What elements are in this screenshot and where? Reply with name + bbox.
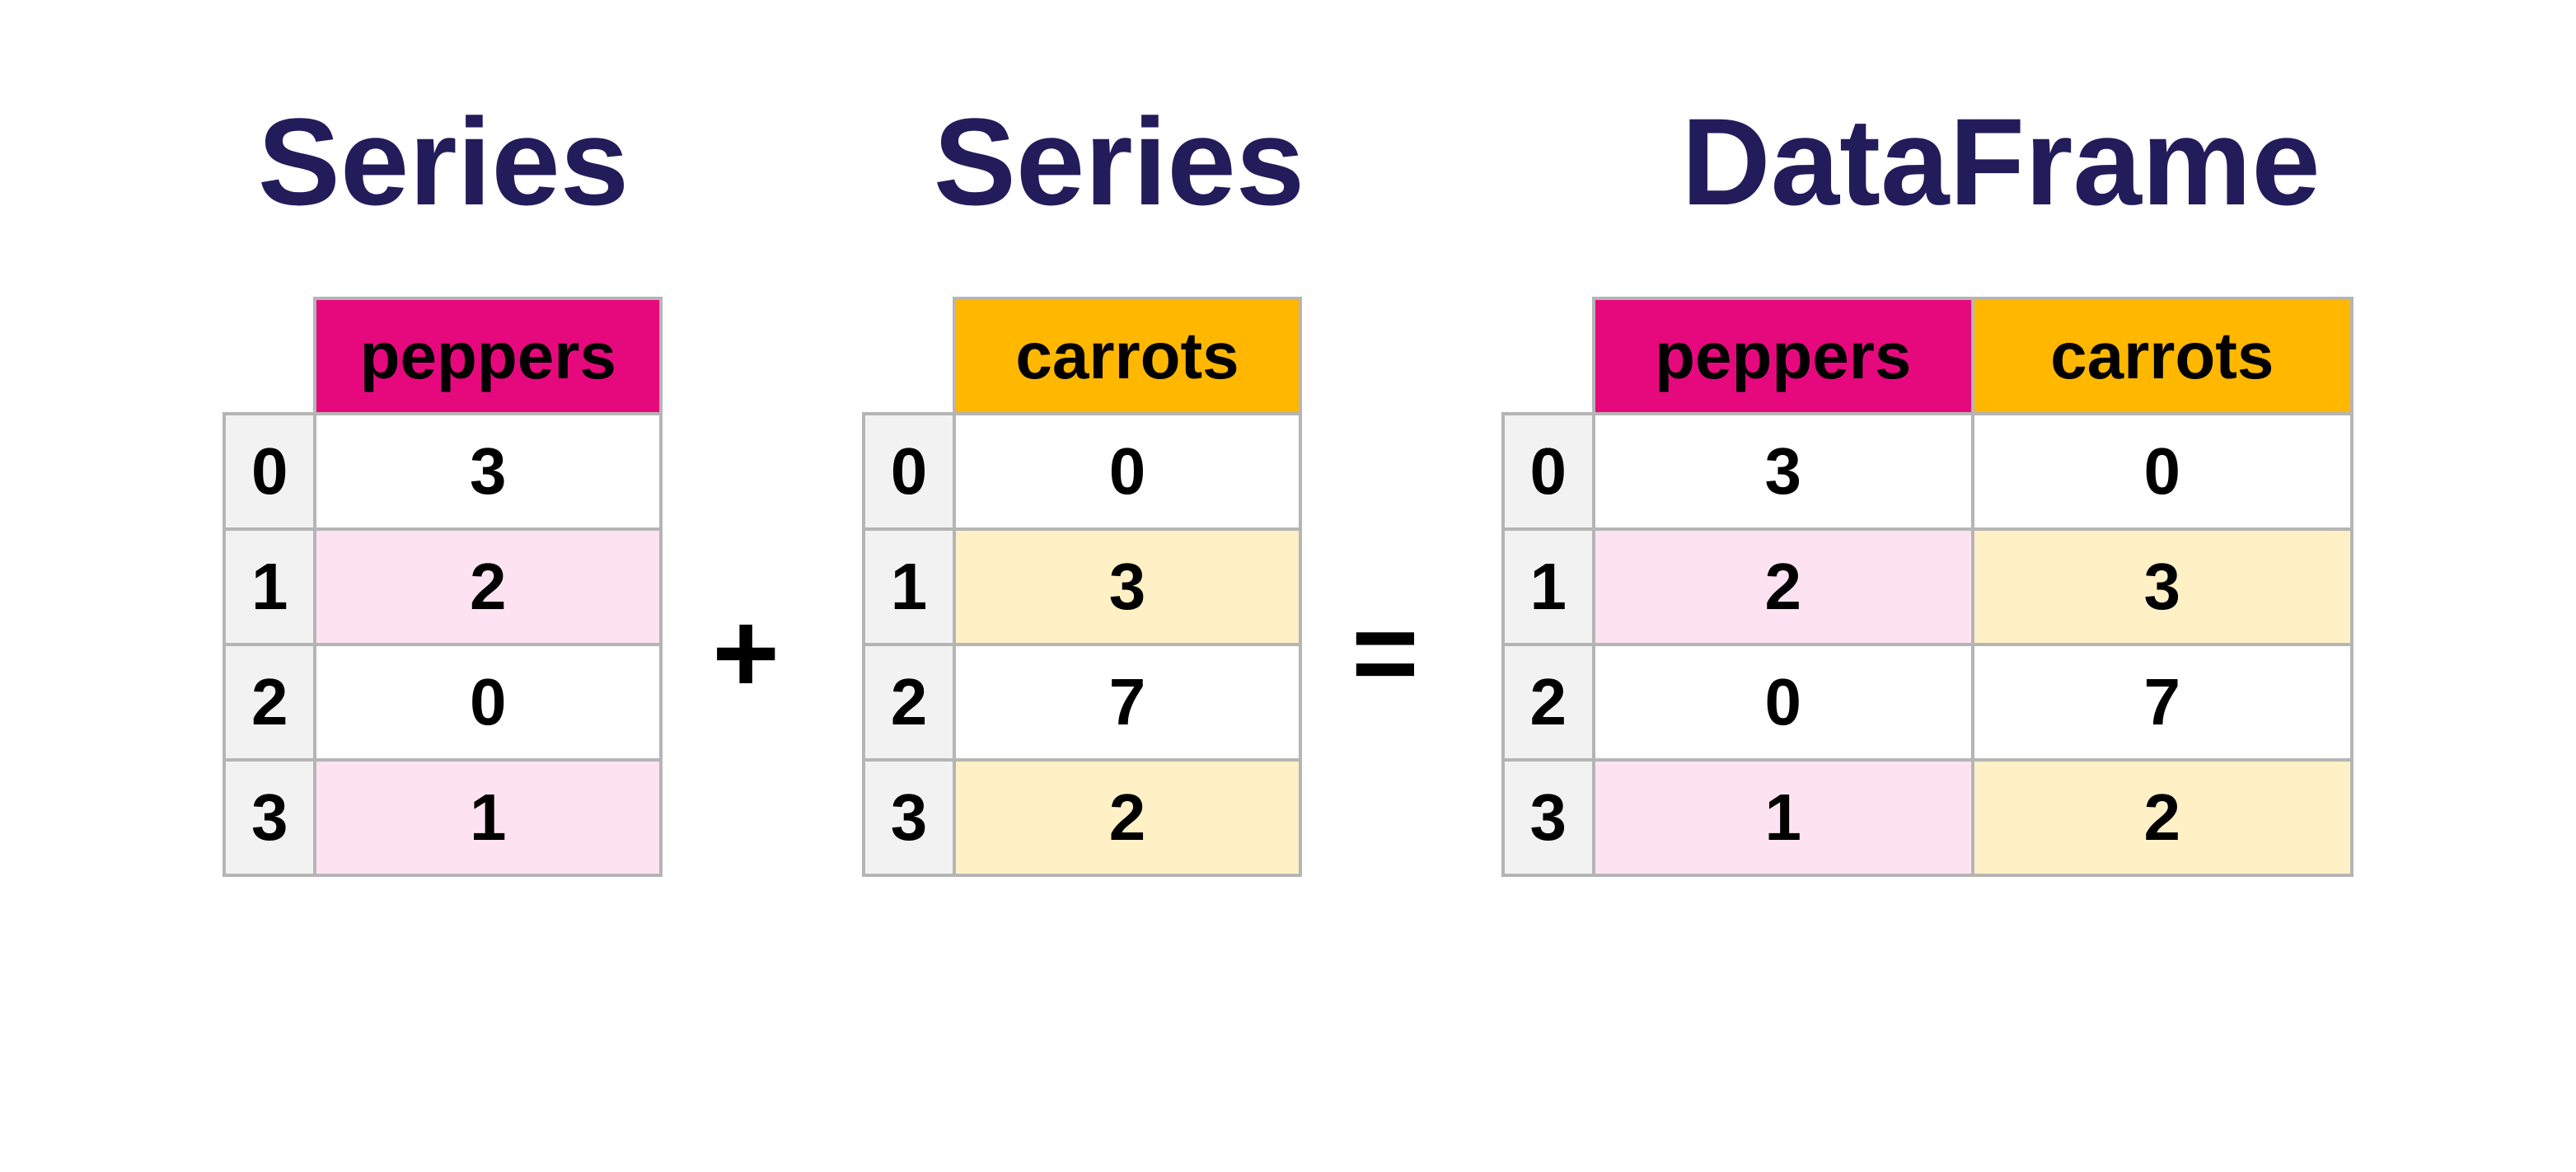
dataframe-block: peppers carrots 0 3 0 1 2 3 2 0 7 — [1501, 297, 2354, 877]
value-cell: 2 — [1973, 760, 2352, 875]
table-row: 0 0 — [864, 414, 1300, 529]
diagram-canvas: Series Series DataFrame peppers 0 3 1 2 — [0, 0, 2576, 1172]
table-row: 3 1 2 — [1503, 760, 2352, 875]
dataframe-col-carrots: carrots — [1973, 298, 2352, 414]
index-cell: 3 — [1503, 760, 1594, 875]
table-row: 1 2 — [224, 529, 661, 645]
value-cell: 0 — [954, 414, 1300, 529]
table-row: 3 1 — [224, 760, 661, 875]
index-cell: 0 — [1503, 414, 1594, 529]
table-row: 1 3 — [864, 529, 1300, 645]
value-cell: 3 — [1973, 529, 2352, 645]
index-cell: 1 — [224, 529, 315, 645]
table-row: 0 3 0 — [1503, 414, 2352, 529]
dataframe-table: peppers carrots 0 3 0 1 2 3 2 0 7 — [1501, 297, 2354, 877]
value-cell: 1 — [315, 760, 661, 875]
value-cell: 3 — [315, 414, 661, 529]
value-cell: 3 — [954, 529, 1300, 645]
table-row: 1 2 3 — [1503, 529, 2352, 645]
titles-row: Series Series DataFrame — [0, 91, 2576, 233]
dataframe-col-peppers: peppers — [1594, 298, 1973, 414]
series-2-header-row: carrots — [864, 298, 1300, 414]
index-cell: 2 — [864, 645, 954, 760]
series-1-table: peppers 0 3 1 2 2 0 3 1 — [222, 297, 663, 877]
table-row: 2 7 — [864, 645, 1300, 760]
series-1-column-header: peppers — [315, 298, 661, 414]
table-row: 2 0 — [224, 645, 661, 760]
dataframe-header-row: peppers carrots — [1503, 298, 2352, 414]
value-cell: 0 — [315, 645, 661, 760]
value-cell: 0 — [1594, 645, 1973, 760]
index-cell: 1 — [864, 529, 954, 645]
series-1-header-row: peppers — [224, 298, 661, 414]
body-row: peppers 0 3 1 2 2 0 3 1 — [0, 297, 2576, 877]
index-cell: 3 — [224, 760, 315, 875]
title-series-2: Series — [798, 91, 1440, 233]
series-1-block: peppers 0 3 1 2 2 0 3 1 — [222, 297, 663, 877]
value-cell: 3 — [1594, 414, 1973, 529]
series-2-table: carrots 0 0 1 3 2 7 3 2 — [862, 297, 1302, 877]
title-dataframe: DataFrame — [1548, 91, 2454, 233]
table-row: 0 3 — [224, 414, 661, 529]
value-cell: 2 — [954, 760, 1300, 875]
title-series-1: Series — [122, 91, 765, 233]
index-cell: 3 — [864, 760, 954, 875]
blank-corner — [224, 298, 315, 414]
value-cell: 7 — [1973, 645, 2352, 760]
index-cell: 0 — [224, 414, 315, 529]
value-cell: 0 — [1973, 414, 2352, 529]
value-cell: 7 — [954, 645, 1300, 760]
index-cell: 0 — [864, 414, 954, 529]
table-row: 3 2 — [864, 760, 1300, 875]
table-row: 2 0 7 — [1503, 645, 2352, 760]
blank-corner — [864, 298, 954, 414]
equals-operator: = — [1302, 595, 1468, 710]
index-cell: 2 — [1503, 645, 1594, 760]
value-cell: 1 — [1594, 760, 1973, 875]
value-cell: 2 — [315, 529, 661, 645]
series-2-column-header: carrots — [954, 298, 1300, 414]
series-2-block: carrots 0 0 1 3 2 7 3 2 — [862, 297, 1302, 877]
blank-corner — [1503, 298, 1594, 414]
index-cell: 1 — [1503, 529, 1594, 645]
value-cell: 2 — [1594, 529, 1973, 645]
index-cell: 2 — [224, 645, 315, 760]
plus-operator: + — [663, 595, 829, 710]
